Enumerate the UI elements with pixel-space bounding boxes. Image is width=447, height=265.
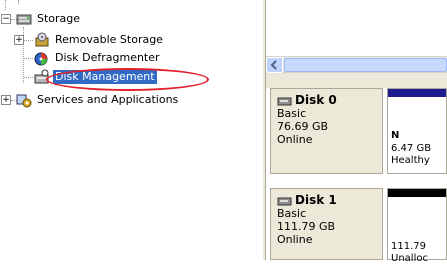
tree-item-removable-storage[interactable]: Removable Storage xyxy=(34,31,165,49)
disk-1-label[interactable]: Disk 1 Basic 111.79 GB Online xyxy=(270,188,383,260)
tree-item-storage[interactable]: Storage xyxy=(16,10,82,28)
disk-0-label[interactable]: Disk 0 Basic 76.69 GB Online xyxy=(270,88,383,174)
disk-graphical-view: Disk 0 Basic 76.69 GB Online N 6.47 GB H… xyxy=(266,88,447,264)
tree-line xyxy=(24,77,33,78)
partition-bar xyxy=(388,189,446,197)
storage-icon xyxy=(16,14,32,25)
tree-item-services-and-applications[interactable]: Services and Applications xyxy=(16,91,180,109)
disk-status: Online xyxy=(277,133,313,146)
removable-storage-icon xyxy=(35,32,49,47)
disk-1-partition[interactable]: 111.79 Unalloc xyxy=(387,188,447,264)
tree-line xyxy=(24,40,33,41)
services-applications-icon xyxy=(16,94,32,108)
partition-size: 6.47 GB xyxy=(391,143,432,154)
expand-services-button[interactable]: + xyxy=(1,95,11,105)
tree-line xyxy=(18,0,19,4)
horizontal-scrollbar[interactable] xyxy=(266,56,447,73)
tree-line xyxy=(24,58,33,59)
tree-item-label: Removable Storage xyxy=(55,33,163,46)
highlight-oval xyxy=(46,68,209,91)
tree-item-label: Disk Defragmenter xyxy=(55,51,160,64)
volume-list-area[interactable] xyxy=(266,0,447,56)
disk-status: Online xyxy=(277,233,313,246)
partition-state: Healthy xyxy=(391,155,430,166)
expand-removable-storage-button[interactable]: + xyxy=(14,35,24,45)
disk-management-pane: Disk 0 Basic 76.69 GB Online N 6.47 GB H… xyxy=(266,0,447,264)
disk-0-partition[interactable]: N 6.47 GB Healthy xyxy=(387,88,447,174)
partition-size: 111.79 xyxy=(391,241,426,252)
disk-defragmenter-icon xyxy=(34,52,48,66)
disk-type: Basic xyxy=(277,207,307,220)
disk-title: Disk 1 xyxy=(295,193,337,207)
tree-line xyxy=(5,0,6,10)
disk-title: Disk 0 xyxy=(295,93,337,107)
tree-item-disk-defragmenter[interactable]: Disk Defragmenter xyxy=(34,49,162,67)
disk-icon xyxy=(277,197,292,205)
partition-bar xyxy=(388,89,446,97)
disk-size: 111.79 GB xyxy=(277,220,336,233)
disk-size: 76.69 GB xyxy=(277,120,329,133)
disk-icon xyxy=(277,97,292,105)
console-tree[interactable]: − Storage + Removable Storage Disk Defra xyxy=(0,0,262,260)
collapse-storage-button[interactable]: − xyxy=(1,14,11,24)
scroll-left-button[interactable] xyxy=(266,57,283,73)
partition-state: Unalloc xyxy=(391,253,428,264)
tree-item-label: Storage xyxy=(37,12,81,25)
disk-type: Basic xyxy=(277,107,307,120)
tree-item-label: Services and Applications xyxy=(37,93,179,106)
scrollbar-thumb[interactable] xyxy=(284,58,447,72)
arrow-left-icon xyxy=(270,60,277,70)
partition-name: N xyxy=(391,130,400,141)
